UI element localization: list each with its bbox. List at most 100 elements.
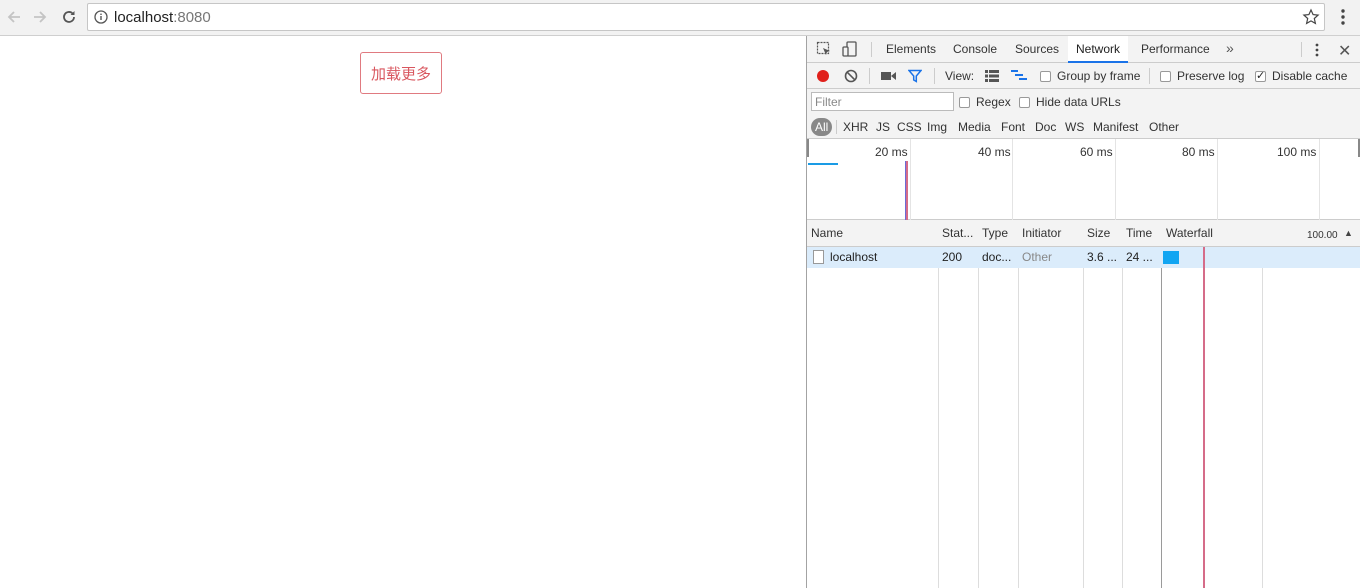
waterfall-request-bar [1163,251,1179,264]
waterfall-scale-label: 100.00 [1307,230,1338,241]
overview-waterfall-icon[interactable] [1011,70,1027,82]
url-host: localhost [114,9,174,26]
record-icon[interactable] [816,69,830,83]
tab-sources[interactable]: Sources [1015,36,1059,63]
view-label: View: [945,69,975,83]
forward-arrow-icon [34,11,47,23]
disable-cache-checkbox[interactable]: Disable cache [1255,69,1347,83]
type-filter-font[interactable]: Font [1001,118,1025,136]
request-initiator: Other [1022,250,1053,264]
url-port: :8080 [173,9,211,26]
type-filter-js[interactable]: JS [876,118,890,136]
type-filter-css[interactable]: CSS [897,118,922,136]
column-header-status[interactable]: Stat... [938,220,978,247]
devtools-panel: Elements Console Sources Network Perform… [806,36,1360,588]
back-button[interactable] [2,6,26,28]
column-header-name[interactable]: Name [807,220,938,247]
preserve-log-checkbox[interactable]: Preserve log [1160,69,1244,83]
regex-checkbox[interactable]: Regex [959,95,1011,109]
request-time: 24 ... [1126,250,1153,264]
star-icon[interactable] [1302,8,1320,26]
regex-box[interactable] [959,96,970,108]
regex-label: Regex [976,95,1011,109]
column-divider [978,220,979,588]
info-icon[interactable] [94,10,108,24]
hide-data-urls-box[interactable] [1019,96,1030,108]
reload-button[interactable] [57,6,81,28]
column-header-initiator[interactable]: Initiator [1018,220,1083,247]
column-header-size[interactable]: Size [1083,220,1122,247]
overview-tick-label: 100 ms [1277,145,1317,159]
filter-funnel-icon[interactable] [908,69,922,83]
overview-gridline [1217,139,1218,220]
overview-tick-label: 80 ms [1182,145,1215,159]
preserve-log-box[interactable] [1160,70,1171,82]
large-rows-icon[interactable] [985,70,999,82]
toolbar-separator [869,68,870,84]
overview-left-handle[interactable] [807,139,809,157]
type-filter-ws[interactable]: WS [1065,118,1084,136]
column-header-type[interactable]: Type [978,220,1018,247]
column-divider [1161,220,1162,588]
clear-icon[interactable] [844,69,858,83]
type-filter-xhr[interactable]: XHR [843,118,868,136]
column-divider [1083,220,1084,588]
column-divider [1262,220,1263,588]
overview-gridline [910,139,911,220]
overview-request-bar [808,163,838,165]
waterfall-load-line [1203,247,1205,588]
network-filter-bar: Regex Hide data URLs [807,89,1360,114]
menu-dots-icon[interactable] [1336,6,1350,30]
type-filter-img[interactable]: Img [927,118,947,136]
type-filter-all[interactable]: All [811,118,833,136]
tab-console[interactable]: Console [953,36,997,63]
tab-performance[interactable]: Performance [1141,36,1210,63]
filter-input[interactable] [811,92,954,111]
url-text: localhost:8080 [114,9,211,26]
request-name[interactable]: localhost [826,247,938,268]
hide-data-urls-checkbox[interactable]: Hide data URLs [1019,95,1121,109]
toolbar-separator [934,68,935,84]
forward-button[interactable] [28,6,52,28]
group-by-frame-box[interactable] [1040,70,1051,82]
table-row[interactable]: localhost 200 doc... Other 3.6 ... 24 ..… [807,247,1360,268]
toolbar-separator [1149,68,1150,84]
table-header: Name Stat... Type Initiator Size Time Wa… [807,220,1360,247]
devtools-menu-icon[interactable] [1313,42,1321,58]
type-filter-other[interactable]: Other [1149,118,1179,136]
address-bar[interactable]: localhost:8080 [87,3,1325,31]
screenshot-camera-icon[interactable] [881,70,897,82]
type-filter-media[interactable]: Media [958,118,991,136]
load-more-button[interactable]: 加载更多 [360,52,442,94]
disable-cache-box[interactable] [1255,69,1266,82]
more-tabs-icon[interactable]: » [1226,40,1234,56]
reload-icon [63,11,75,23]
type-filter-manifest[interactable]: Manifest [1093,118,1138,136]
column-divider [938,220,939,588]
column-header-waterfall[interactable]: Waterfall [1162,220,1262,247]
tabbar-separator [871,42,872,57]
close-devtools-icon[interactable]: ✕ [1338,41,1351,61]
column-divider [1122,220,1123,588]
browser-toolbar: localhost:8080 [0,0,1360,36]
overview-gridline [1115,139,1116,220]
column-divider [1018,220,1019,588]
hide-data-urls-label: Hide data URLs [1036,95,1121,109]
inspect-element-icon[interactable] [816,41,832,57]
column-header-time[interactable]: Time [1122,220,1161,247]
request-type: doc... [982,250,1012,264]
tab-network[interactable]: Network [1068,36,1129,63]
sort-ascending-icon[interactable]: ▲ [1344,228,1353,238]
group-by-frame-checkbox[interactable]: Group by frame [1040,69,1140,83]
type-separator [836,120,837,134]
network-overview[interactable]: 20 ms 40 ms 60 ms 80 ms 100 ms [807,139,1360,220]
tab-elements[interactable]: Elements [886,36,936,63]
type-filter-doc[interactable]: Doc [1035,118,1056,136]
request-size: 3.6 ... [1087,250,1118,264]
preserve-log-label: Preserve log [1177,69,1245,83]
back-arrow-icon [7,11,20,23]
overview-tick-label: 60 ms [1080,145,1113,159]
device-toolbar-icon[interactable] [842,41,858,57]
network-toolbar: View: Group by frame Preserve log Disabl… [807,63,1360,89]
tabbar-separator [1301,42,1302,57]
